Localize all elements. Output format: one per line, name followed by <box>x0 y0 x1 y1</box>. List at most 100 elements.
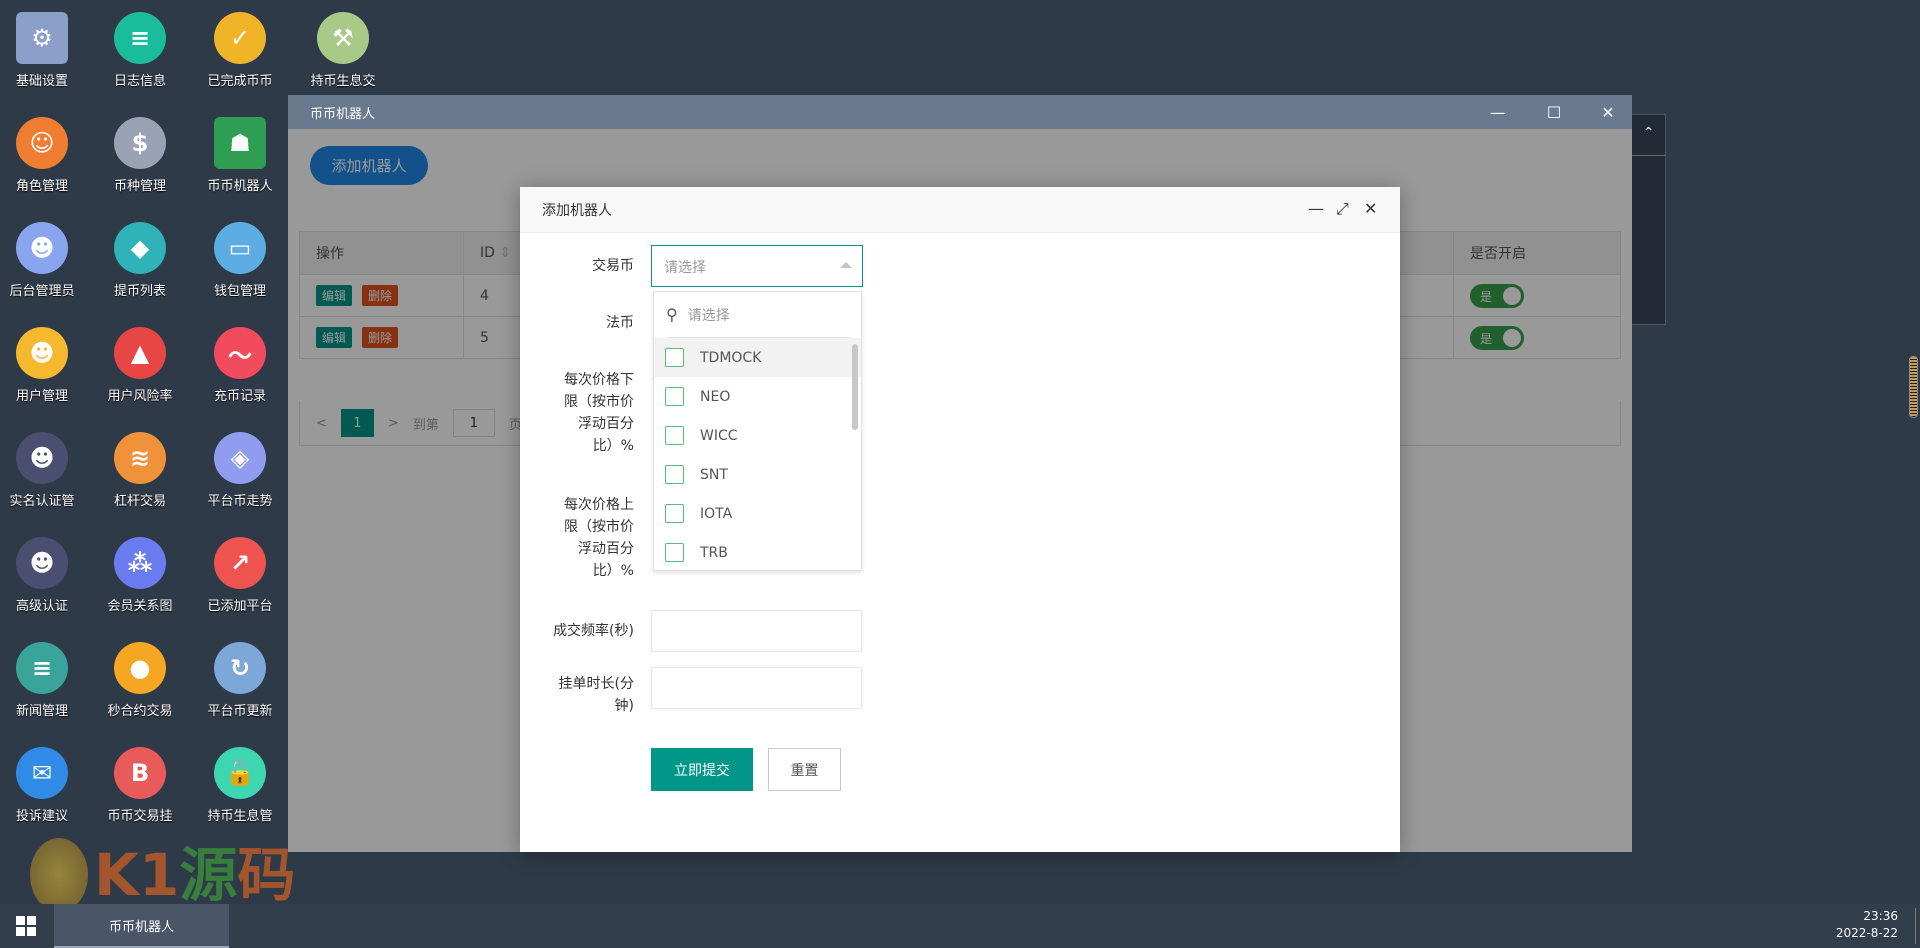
desktop-icon-label: 秒合约交易 <box>107 704 173 718</box>
duration-input[interactable] <box>651 667 862 709</box>
hammer-icon: ⚒ <box>317 12 369 64</box>
window-titlebar[interactable]: 币币机器人 — ☐ ✕ <box>288 95 1632 129</box>
checkbox[interactable] <box>665 426 684 445</box>
maximize-icon[interactable]: ⤢ <box>1336 199 1349 219</box>
unlock-icon: 🔓 <box>214 747 266 799</box>
show-desktop-button[interactable] <box>1915 908 1916 944</box>
desktop-icon-label: 实名认证管 <box>9 494 75 508</box>
taskbar-item-robot[interactable]: 币币机器人 <box>54 904 229 948</box>
close-icon[interactable]: ✕ <box>1364 199 1377 218</box>
desktop-icon[interactable]: ⁂ 会员关系图 <box>90 537 190 613</box>
alarm-icon: ▲ <box>114 327 166 379</box>
desktop-icon-label: 后台管理员 <box>9 284 75 298</box>
desktop-icon-label: 平台币更新 <box>207 704 273 718</box>
desktop-icon[interactable]: ↻ 平台币更新 <box>190 642 290 718</box>
duration-label: 挂单时长(分 钟) <box>558 676 634 714</box>
checkbox[interactable] <box>665 348 684 367</box>
desktop-icon[interactable]: ≡ 日志信息 <box>90 12 190 88</box>
gear-icon: ⚙ <box>16 12 68 64</box>
desktop-icon-label: 持币生息交 <box>310 74 376 88</box>
desktop-icon[interactable]: ↗ 已添加平台 <box>190 537 290 613</box>
trend-icon: ↗ <box>214 537 266 589</box>
desktop-icon[interactable]: ✓ 已完成币币 <box>190 12 290 88</box>
dollar-icon: $ <box>114 117 166 169</box>
search-icon: ⚲ <box>666 305 678 324</box>
desktop-icon[interactable]: ≡ 新闻管理 <box>0 642 92 718</box>
desktop-icon-label: 持币生息管 <box>207 809 273 823</box>
modal-header[interactable]: 添加机器人 — ⤢ ✕ <box>520 187 1400 233</box>
option-label: WICC <box>700 427 738 444</box>
modal-title: 添加机器人 <box>542 202 612 219</box>
maximize-icon[interactable]: ☐ <box>1534 95 1574 129</box>
dropdown-option[interactable]: SNT <box>654 455 861 494</box>
dropdown-option[interactable]: TRB <box>654 533 861 570</box>
news-icon: ≡ <box>16 642 68 694</box>
checkbox[interactable] <box>665 543 684 562</box>
desktop-icon[interactable]: ≋ 杠杆交易 <box>90 432 190 508</box>
minimize-icon[interactable]: — <box>1308 199 1324 218</box>
caret-up-icon <box>840 262 852 268</box>
checkbox[interactable] <box>665 504 684 523</box>
stopwatch-icon: ● <box>114 642 166 694</box>
desktop-icon[interactable]: ☗ 币币机器人 <box>190 117 290 193</box>
checkbox[interactable] <box>665 387 684 406</box>
close-icon[interactable]: ✕ <box>1588 95 1628 129</box>
desktop-icon-label: 已完成币币 <box>207 74 273 88</box>
dropdown-option[interactable]: IOTA <box>654 494 861 533</box>
desktop-icon-label: 币币机器人 <box>207 179 273 193</box>
network-icon: ⁂ <box>114 537 166 589</box>
option-label: TRB <box>700 544 728 561</box>
desktop-icon[interactable]: ▲ 用户风险率 <box>90 327 190 403</box>
checkbox[interactable] <box>665 465 684 484</box>
desktop-icon[interactable]: 🔓 持币生息管 <box>190 747 290 823</box>
log-clock-icon: ≡ <box>114 12 166 64</box>
dropdown-option[interactable]: NEO <box>654 377 861 416</box>
frequency-input[interactable] <box>651 610 862 652</box>
windows-start-icon[interactable] <box>16 916 36 936</box>
coin-select[interactable]: 请选择 <box>651 245 863 287</box>
desktop-icon[interactable]: B 币币交易挂 <box>90 747 190 823</box>
volume-slider[interactable] <box>1909 356 1918 418</box>
submit-button[interactable]: 立即提交 <box>651 748 753 791</box>
desktop-icon[interactable]: ⚒ 持币生息交 <box>293 12 393 88</box>
desktop-icon[interactable]: ☻ 实名认证管 <box>0 432 92 508</box>
desktop-icon[interactable]: 〜充币记录 <box>190 327 290 403</box>
admin-icon: ☻ <box>16 222 68 274</box>
select-placeholder: 请选择 <box>664 260 706 276</box>
desktop-icon-label: 提币列表 <box>113 284 166 298</box>
side-panel: ⌃ <box>1632 114 1666 325</box>
dropdown-option[interactable]: WICC <box>654 416 861 455</box>
watermark-logo: K1源码 <box>30 838 295 912</box>
desktop-icon-label: 基础设置 <box>15 74 68 88</box>
desktop-icon[interactable]: ⚙ 基础设置 <box>0 12 92 88</box>
desktop-icon-label: 已添加平台 <box>207 599 273 613</box>
desktop-icon[interactable]: ☻ 用户管理 <box>0 327 92 403</box>
taskbar: 币币机器人 23:36 2022-8-22 <box>0 904 1920 948</box>
layers-icon: ≋ <box>114 432 166 484</box>
clock: 23:36 2022-8-22 <box>1835 909 1898 940</box>
chevron-up-icon[interactable]: ⌃ <box>1643 125 1655 141</box>
desktop-icon-label: 会员关系图 <box>107 599 173 613</box>
phone-chart-icon: 〜 <box>214 327 266 379</box>
desktop-icon[interactable]: ☺ 角色管理 <box>0 117 92 193</box>
desktop-icon[interactable]: ✉ 投诉建议 <box>0 747 92 823</box>
user-search-icon: ☻ <box>16 327 68 379</box>
desktop-icon[interactable]: ● 秒合约交易 <box>90 642 190 718</box>
desktop-icon-label: 钱包管理 <box>213 284 266 298</box>
dropdown-option[interactable]: TDMOCK <box>654 338 861 377</box>
desktop-icon[interactable]: ☻ 高级认证 <box>0 537 92 613</box>
desktop-icon[interactable]: ◆ 提币列表 <box>90 222 190 298</box>
desktop-icon[interactable]: ◈ 平台币走势 <box>190 432 290 508</box>
coin-dropdown: ⚲ 请选择 TDMOCK NEO WICC SNT IOTA TRB <box>653 291 862 571</box>
desktop-icon-label: 币币交易挂 <box>107 809 173 823</box>
minimize-icon[interactable]: — <box>1478 95 1518 129</box>
desktop-icon[interactable]: ▭ 钱包管理 <box>190 222 290 298</box>
dropdown-search[interactable]: ⚲ 请选择 <box>666 292 849 338</box>
roles-icon: ☺ <box>16 117 68 169</box>
desktop-icon[interactable]: ☻ 后台管理员 <box>0 222 92 298</box>
advanced-verify-icon: ☻ <box>16 537 68 589</box>
dropdown-scrollbar[interactable] <box>852 344 858 430</box>
desktop-icon-label: 币种管理 <box>113 179 166 193</box>
desktop-icon[interactable]: $ 币种管理 <box>90 117 190 193</box>
reset-button[interactable]: 重置 <box>768 748 841 791</box>
